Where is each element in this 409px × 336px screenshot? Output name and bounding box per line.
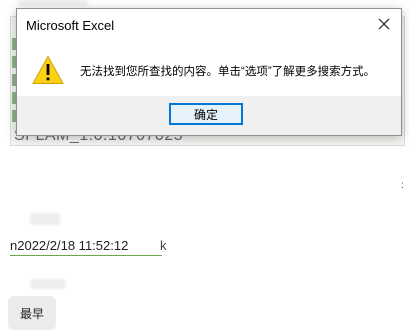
timestamp-value: 2022/2/18 11:52:12 [17,238,129,253]
dialog-title: Microsoft Excel [26,18,115,33]
edge-glyph: : [401,180,404,191]
dialog-footer: 确定 [17,96,401,135]
close-button[interactable] [373,13,395,35]
blurred-label [30,213,60,225]
excel-dialog: Microsoft Excel 无法找到您所查找的内容。单击“选项”了解更多搜索… [16,8,402,136]
ok-button[interactable]: 确定 [169,103,243,125]
warning-triangle-icon [32,56,64,84]
dialog-body: 无法找到您所查找的内容。单击“选项”了解更多搜索方式。 [17,41,401,96]
ok-button-label: 确定 [193,107,218,122]
blurred-label [30,279,66,289]
dialog-titlebar[interactable]: Microsoft Excel [17,9,401,41]
earliest-chip[interactable]: 最早 [8,296,56,330]
timestamp-cell[interactable]: n2022/2/18 11:52:12 [10,237,162,256]
close-icon [378,18,390,30]
timestamp-tail: k [160,238,167,253]
earliest-chip-label: 最早 [19,306,44,321]
blurred-header [18,0,88,6]
dialog-message: 无法找到您所查找的内容。单击“选项”了解更多搜索方式。 [80,66,376,78]
